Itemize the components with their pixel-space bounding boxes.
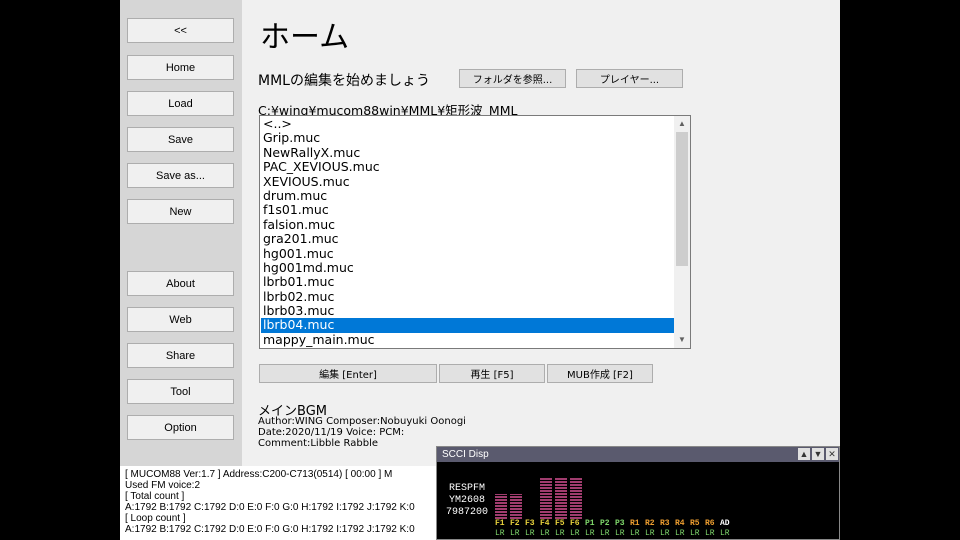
channel-pan: LR <box>600 529 610 538</box>
sidebar-item-option[interactable]: Option <box>127 415 234 440</box>
channel-label: F6 <box>570 519 580 528</box>
channel-label: AD <box>720 519 730 528</box>
log-line: [ Loop count ] <box>125 513 186 524</box>
log-line: [ MUCOM88 Ver:1.7 ] Address:C200-C713(05… <box>125 469 393 480</box>
close-icon[interactable]: ✕ <box>826 448 838 460</box>
scci-display-window[interactable]: SCCI Disp ▲ ▼ ✕ RESPFM YM2608 7987200 F1… <box>436 446 840 540</box>
sidebar-item-home[interactable]: Home <box>127 55 234 80</box>
sidebar-item-load[interactable]: Load <box>127 91 234 116</box>
file-list-item[interactable]: <..> <box>261 116 675 131</box>
channel-label: F1 <box>495 519 505 528</box>
song-meta-author: Author:WING Composer:Nobuyuki Oonogi <box>258 416 466 427</box>
channel-label: R1 <box>630 519 640 528</box>
song-meta-date: Date:2020/11/19 Voice: PCM: <box>258 427 405 438</box>
file-list-item[interactable]: mappy_main.muc <box>261 332 675 347</box>
scci-title-bar[interactable]: SCCI Disp <box>437 447 839 462</box>
level-meters <box>495 463 835 519</box>
channel-pan: LR <box>615 529 625 538</box>
channel-label: R3 <box>660 519 670 528</box>
chip-model: YM2608 <box>448 495 485 506</box>
file-list-item[interactable]: lbrb02.muc <box>261 289 675 304</box>
channel-label: R4 <box>675 519 685 528</box>
file-list-item[interactable]: drum.muc <box>261 188 675 203</box>
channel-pan: LR <box>720 529 730 538</box>
browse-folder-button[interactable]: フォルダを参照... <box>459 69 566 88</box>
channel-pan: LR <box>540 529 550 538</box>
file-list[interactable]: <..> Grip.muc NewRallyX.muc PAC_XEVIOUS.muc… <box>259 115 691 349</box>
scrollbar-thumb[interactable] <box>676 132 688 266</box>
sidebar-item-save[interactable]: Save <box>127 127 234 152</box>
channel-level-meter <box>570 477 582 519</box>
file-list-item[interactable]: XEVIOUS.muc <box>261 174 675 189</box>
file-list-item[interactable]: hg001.muc <box>261 246 675 261</box>
sidebar-item-about[interactable]: About <box>127 271 234 296</box>
channel-pan: LR <box>630 529 640 538</box>
file-list-item[interactable]: PAC_XEVIOUS.muc <box>261 159 675 174</box>
channel-pan: LR <box>645 529 655 538</box>
file-list-item[interactable]: lbrb03.muc <box>261 303 675 318</box>
channel-label: F4 <box>540 519 550 528</box>
channel-label: P2 <box>600 519 610 528</box>
scci-title: SCCI Disp <box>442 449 489 460</box>
chip-clock: 7987200 <box>445 507 488 518</box>
channel-label: P3 <box>615 519 625 528</box>
channel-pan: LR <box>675 529 685 538</box>
scroll-up-icon[interactable]: ▲ <box>674 116 690 132</box>
channel-pan: LR <box>495 529 505 538</box>
prompt-text: MMLの編集を始めましょう <box>258 73 430 89</box>
sidebar: << Home Load Save Save as... New About W… <box>120 0 242 466</box>
scroll-down-icon[interactable]: ▼ <box>812 448 824 460</box>
channel-label: P1 <box>585 519 595 528</box>
channel-pan: LR <box>585 529 595 538</box>
page-title: ホーム <box>260 20 350 55</box>
scroll-up-icon[interactable]: ▲ <box>798 448 810 460</box>
channel-pan: LR <box>510 529 520 538</box>
channel-level-meter <box>555 477 567 519</box>
log-line: A:1792 B:1792 C:1792 D:0 E:0 F:0 G:0 H:1… <box>125 502 415 513</box>
main-panel: ホーム MMLの編集を始めましょう フォルダを参照... プレイヤー... C:… <box>242 0 840 466</box>
sidebar-item-new[interactable]: New <box>127 199 234 224</box>
scroll-down-icon[interactable]: ▼ <box>674 332 690 348</box>
file-list-item[interactable]: Grip.muc <box>261 130 675 145</box>
channel-pan: LR <box>690 529 700 538</box>
channel-labels: F1 LR F2 LR F3 LR F4 LR F5 LR F6 LR P1 LR P2 LR P3 LR R1 LR… <box>495 519 835 539</box>
sidebar-item-web[interactable]: Web <box>127 307 234 332</box>
channel-pan: LR <box>555 529 565 538</box>
player-button[interactable]: プレイヤー... <box>576 69 683 88</box>
sidebar-item-tool[interactable]: Tool <box>127 379 234 404</box>
file-list-item[interactable]: NewRallyX.muc <box>261 145 675 160</box>
log-line: [ Total count ] <box>125 491 185 502</box>
channel-pan: LR <box>705 529 715 538</box>
file-list-item[interactable]: lbrb01.muc <box>261 274 675 289</box>
channel-label: F2 <box>510 519 520 528</box>
play-button[interactable]: 再生 [F5] <box>439 364 545 383</box>
channel-level-meter <box>540 477 552 519</box>
channel-pan: LR <box>570 529 580 538</box>
collapse-sidebar-button[interactable]: << <box>127 18 234 43</box>
channel-label: F5 <box>555 519 565 528</box>
sidebar-item-share[interactable]: Share <box>127 343 234 368</box>
file-list-item[interactable]: lbrb04.muc <box>261 318 675 333</box>
log-line: Used FM voice:2 <box>125 480 201 491</box>
edit-button[interactable]: 編集 [Enter] <box>259 364 437 383</box>
chip-name: RESPFM <box>448 483 485 494</box>
sidebar-item-save-as[interactable]: Save as... <box>127 163 234 188</box>
file-list-item[interactable]: gra201.muc <box>261 231 675 246</box>
file-list-item[interactable]: hg001md.muc <box>261 260 675 275</box>
mub-create-button[interactable]: MUB作成 [F2] <box>547 364 653 383</box>
file-list-scrollbar[interactable]: ▲ ▼ <box>674 116 690 348</box>
channel-pan: LR <box>660 529 670 538</box>
file-list-rows: <..> Grip.muc NewRallyX.muc PAC_XEVIOUS.muc… <box>261 116 675 347</box>
channel-level-meter <box>510 494 522 519</box>
channel-pan: LR <box>525 529 535 538</box>
channel-label: R5 <box>690 519 700 528</box>
file-list-item[interactable]: falsion.muc <box>261 217 675 232</box>
log-line: A:1792 B:1792 C:1792 D:0 E:0 F:0 G:0 H:1… <box>125 524 415 535</box>
song-meta-comment: Comment:Libble Rabble <box>258 438 378 449</box>
channel-label: R6 <box>705 519 715 528</box>
file-list-item[interactable]: f1s01.muc <box>261 202 675 217</box>
channel-label: F3 <box>525 519 535 528</box>
channel-level-meter <box>495 494 507 519</box>
channel-label: R2 <box>645 519 655 528</box>
